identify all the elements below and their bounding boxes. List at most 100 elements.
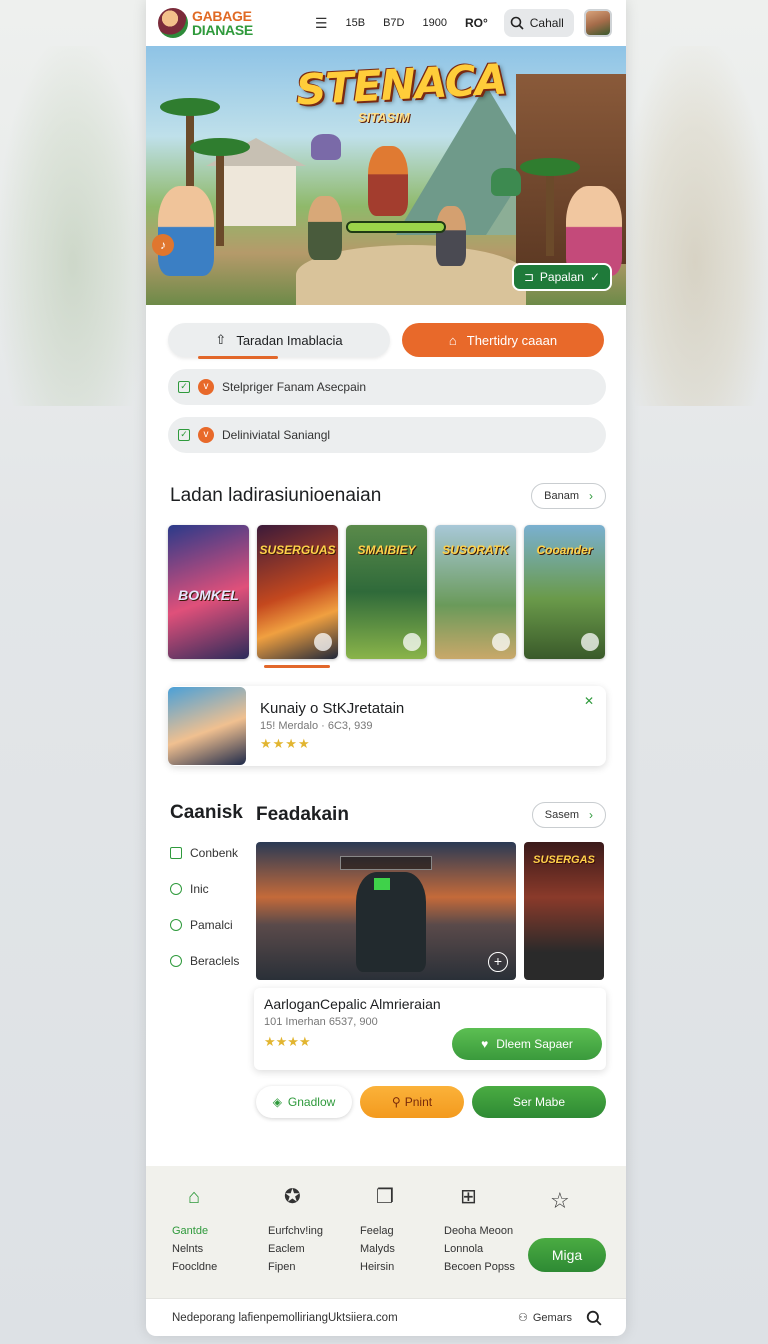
download-game-button[interactable]: ♥ Dleem Sapaer bbox=[452, 1028, 602, 1060]
nav-item-1[interactable]: 15B bbox=[345, 17, 365, 29]
checklist-item[interactable]: ✓ v Stelpriger Fanam Asecpain bbox=[168, 369, 606, 405]
game-thumbnail[interactable]: SUSERGUAS bbox=[257, 525, 338, 659]
chevron-right-icon: › bbox=[589, 808, 593, 822]
user-icon: ⚇ bbox=[518, 1312, 528, 1324]
section-more-label: Banam bbox=[544, 490, 579, 502]
bottom-nav-line: Gantde bbox=[172, 1225, 209, 1237]
bottom-nav-item-store[interactable]: ⊞ Deoha Meoon Lonnola Becoen Popss bbox=[444, 1186, 534, 1276]
hud-bar bbox=[340, 856, 432, 870]
footer-actions: ⚇ Gemars bbox=[518, 1310, 602, 1326]
checkbox-icon[interactable]: ✓ bbox=[178, 429, 190, 441]
featured-game-card[interactable]: Kunaiy o StKJretatain 15! Merdalo · 6C3,… bbox=[168, 686, 606, 766]
nav-item-2[interactable]: B7D bbox=[383, 17, 404, 29]
action-row: ⇧ Taradan Imablacia ⌂ Thertidry caaan bbox=[146, 305, 626, 359]
search-label: Cahall bbox=[529, 16, 564, 30]
bottom-nav: ⌂ Gantde Nelnts Foocldne ✪ Eurfchv!ing E… bbox=[146, 1166, 626, 1298]
game-thumbnail[interactable]: SMAIBIEY bbox=[346, 525, 427, 659]
section-more-button[interactable]: Banam › bbox=[531, 483, 606, 509]
key-icon: ⚲ bbox=[391, 1095, 401, 1109]
bag-icon: ⊞ bbox=[460, 1186, 477, 1208]
category-section: Caanisk Conbenk Inic Pamalci Beraclels F… bbox=[146, 802, 626, 1118]
category-label: Conbenk bbox=[190, 846, 239, 860]
games-link[interactable]: ⚇ Gemars bbox=[518, 1311, 572, 1325]
hero-button-label: Papalan bbox=[539, 270, 584, 284]
checkbox-icon[interactable]: ✓ bbox=[178, 381, 190, 393]
star-icon[interactable]: ☆ bbox=[550, 1188, 570, 1214]
top-bar: GABAGE DIANASE ☰ 15B B7D 1900 RO° Cahall bbox=[146, 0, 626, 46]
button-row: ◈ Gnadlow ⚲ Pnint Ser Mabe bbox=[256, 1086, 606, 1118]
bottom-nav-item-home[interactable]: ⌂ Gantde Nelnts Foocldne bbox=[172, 1187, 262, 1276]
badge-icon: v bbox=[198, 379, 214, 395]
thumbnail-label: SUSERGUAS bbox=[259, 543, 336, 557]
footer-text: Nedeporang lafienpemolliriangUktsiiera.c… bbox=[172, 1311, 398, 1324]
hero-play-button[interactable]: ⊐ Papalan ✓ bbox=[511, 263, 612, 291]
active-indicator bbox=[264, 665, 330, 668]
thumbnail-badge-icon bbox=[403, 633, 421, 651]
heart-icon: ♥ bbox=[481, 1037, 489, 1051]
game-thumbnail[interactable]: SUSORATK bbox=[435, 525, 516, 659]
bottom-nav-line: Malyds bbox=[360, 1243, 395, 1255]
footer: Nedeporang lafienpemolliriangUktsiiera.c… bbox=[146, 1298, 626, 1336]
menu-icon[interactable]: ☰ bbox=[315, 15, 328, 32]
see-more-button[interactable]: Ser Mabe bbox=[472, 1086, 606, 1118]
soldier-figure bbox=[356, 872, 426, 972]
bottom-nav-line: Heirsin bbox=[360, 1261, 395, 1273]
compass-icon bbox=[170, 883, 182, 895]
bottom-nav-line: Lonnola bbox=[444, 1243, 484, 1255]
hero-house bbox=[206, 138, 306, 226]
star-rating: ★★★★ bbox=[260, 736, 311, 751]
bottom-nav-line: Deoha Meoon bbox=[444, 1225, 514, 1237]
category-item[interactable]: Beraclels bbox=[170, 954, 256, 968]
arrow-up-icon: ⇧ bbox=[215, 332, 227, 347]
music-icon[interactable]: ♪ bbox=[152, 234, 174, 256]
app-window: GABAGE DIANASE ☰ 15B B7D 1900 RO° Cahall… bbox=[146, 0, 626, 1336]
featured-game-thumbnail bbox=[168, 687, 246, 765]
logo-text[interactable]: GABAGE DIANASE bbox=[192, 9, 253, 37]
featured-header: Feadakain Sasem › bbox=[256, 802, 606, 828]
game-thumbnail-row: BOMKEL SUSERGUAS SMAIBIEY SUSORATK Cooan… bbox=[146, 509, 626, 659]
download-button[interactable]: ◈ Gnadlow bbox=[256, 1086, 352, 1118]
hero-character bbox=[311, 134, 341, 160]
featured-game-meta: 15! Merdalo · 6C3, 939 bbox=[260, 720, 373, 732]
featured-more-button[interactable]: Sasem › bbox=[531, 802, 606, 828]
featured-media[interactable]: + bbox=[256, 842, 516, 980]
category-item[interactable]: Pamalci bbox=[170, 918, 256, 932]
logo-line-2: DIANASE bbox=[192, 22, 253, 38]
bottom-cta-button[interactable]: Miga bbox=[528, 1238, 606, 1272]
game-thumbnail[interactable]: Cooander bbox=[524, 525, 605, 659]
download-game-label: Dleem Sapaer bbox=[496, 1037, 573, 1051]
checklist-label: Deliniviatal Saniangl bbox=[222, 428, 331, 442]
cards-icon: ❐ bbox=[376, 1186, 394, 1208]
logo-line-1: GABAGE bbox=[192, 8, 252, 24]
hero-banner[interactable]: STENACA SITASIM ♪ ⊐ Papalan ✓ bbox=[146, 46, 626, 305]
secondary-action-button[interactable]: ⌂ Thertidry caaan bbox=[402, 323, 604, 357]
category-item[interactable]: Inic bbox=[170, 882, 256, 896]
bottom-nav-item-badges[interactable]: ✪ Eurfchv!ing Eaclem Fipen bbox=[268, 1186, 358, 1276]
close-icon[interactable]: ✕ bbox=[584, 694, 594, 708]
badge-star-icon: ✪ bbox=[284, 1186, 301, 1208]
category-item[interactable]: Conbenk bbox=[170, 846, 256, 860]
search-button[interactable]: Cahall bbox=[503, 9, 574, 37]
checklist-item[interactable]: ✓ v Deliniviatal Saniangl bbox=[168, 417, 606, 453]
side-media[interactable]: SUSERGAS bbox=[524, 842, 604, 980]
mail-icon bbox=[170, 847, 182, 859]
nav-item-4[interactable]: RO° bbox=[465, 16, 488, 30]
bottom-nav-line: Eurfchv!ing bbox=[268, 1225, 324, 1237]
user-avatar[interactable] bbox=[583, 9, 612, 37]
logo-icon[interactable] bbox=[158, 8, 188, 38]
nav-item-3[interactable]: 1900 bbox=[422, 17, 446, 29]
bottom-nav-item-cards[interactable]: ❐ Feelag Malyds Heirsin bbox=[360, 1186, 450, 1276]
featured-game-info: Kunaiy o StKJretatain 15! Merdalo · 6C3,… bbox=[260, 700, 404, 752]
add-icon[interactable]: + bbox=[488, 952, 508, 972]
game-detail-card[interactable]: AarloganCepalic Almrieraian 101 Imerhan … bbox=[254, 988, 606, 1070]
primary-tab-label: Taradan Imablacia bbox=[236, 332, 343, 348]
game-thumbnail[interactable]: BOMKEL bbox=[168, 525, 249, 659]
visor-glow bbox=[374, 878, 390, 890]
print-button[interactable]: ⚲ Pnint bbox=[360, 1086, 464, 1118]
featured-more-label: Sasem bbox=[544, 809, 579, 821]
check-icon: ✓ bbox=[589, 270, 600, 284]
hero-character bbox=[308, 196, 342, 260]
category-title: Caanisk bbox=[170, 802, 243, 823]
primary-tab-button[interactable]: ⇧ Taradan Imablacia bbox=[168, 323, 390, 359]
search-icon[interactable] bbox=[586, 1310, 602, 1326]
